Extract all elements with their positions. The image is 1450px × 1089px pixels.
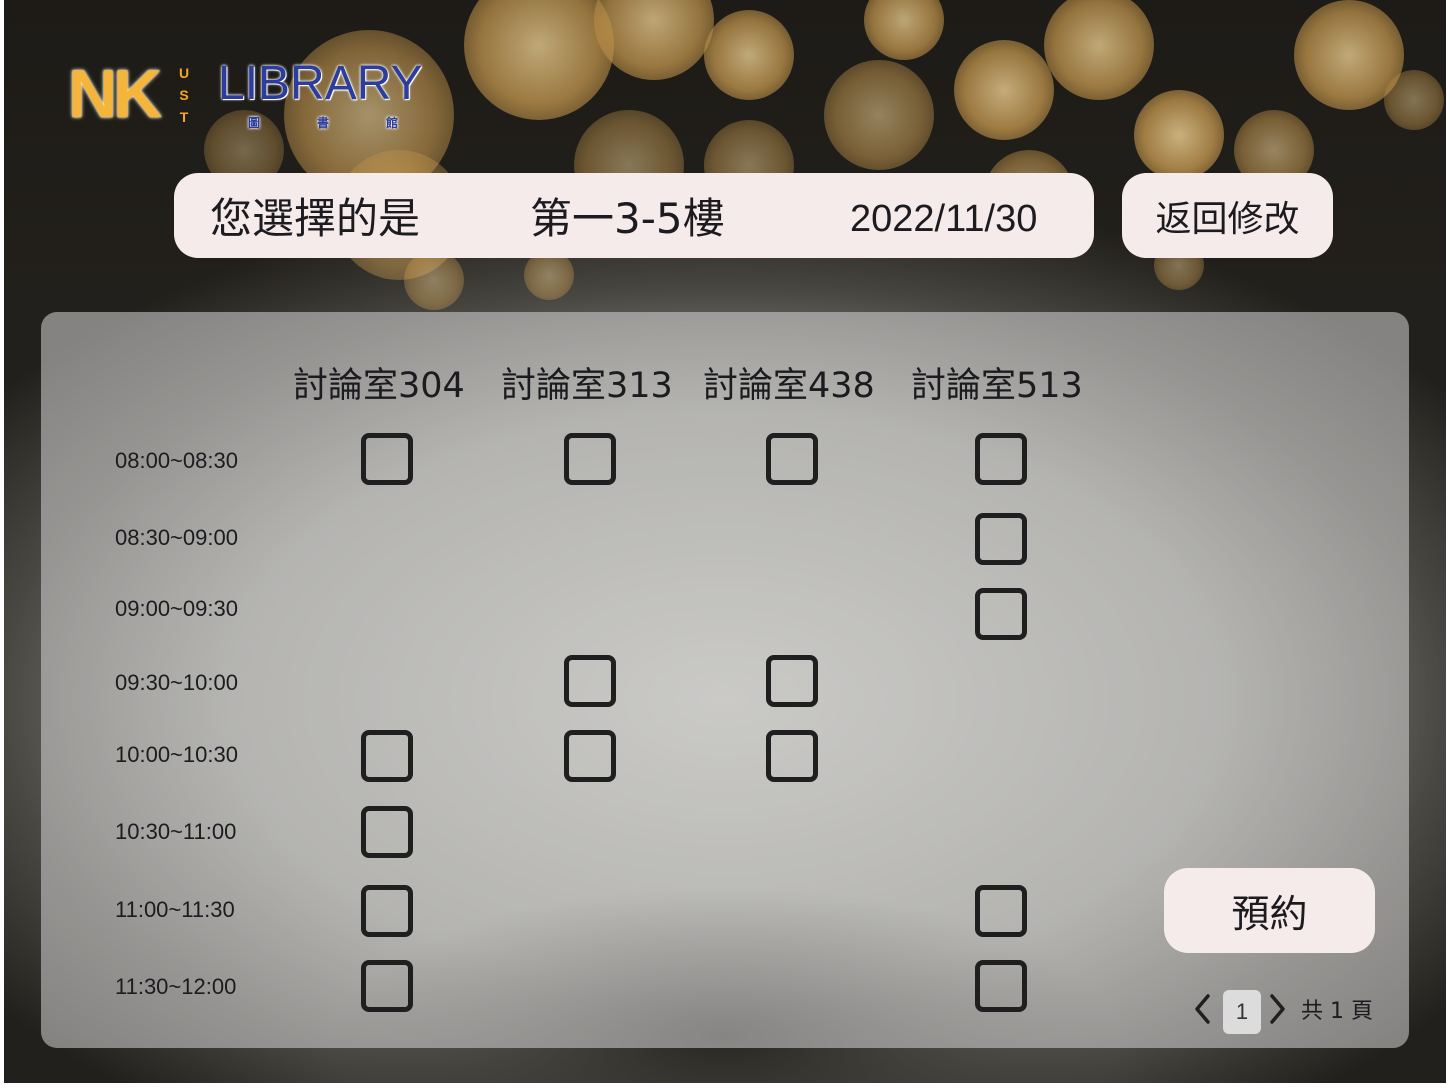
slot-checkbox-513-1[interactable] bbox=[975, 513, 1027, 565]
time-slot-label: 10:30~11:00 bbox=[115, 819, 237, 844]
pagination: 1 共 1 頁 bbox=[1191, 986, 1391, 1034]
slot-checkbox-438-4[interactable] bbox=[766, 730, 818, 782]
total-pages: 共 1 頁 bbox=[1301, 999, 1373, 1024]
library-logo: NK U S T LIBRARY 圖 書 館 bbox=[68, 56, 428, 136]
room-header-313: 討論室313 bbox=[501, 366, 673, 406]
logo-library: LIBRARY bbox=[218, 57, 423, 110]
selected-floor: 第一3-5樓 bbox=[530, 194, 725, 243]
slot-checkbox-438-3[interactable] bbox=[766, 655, 818, 707]
slot-checkbox-304-7[interactable] bbox=[361, 960, 413, 1012]
back-modify-button[interactable]: 返回修改 bbox=[1122, 173, 1333, 258]
slot-checkbox-513-0[interactable] bbox=[975, 433, 1027, 485]
time-slot-label: 09:00~09:30 bbox=[115, 596, 238, 621]
room-header-304: 討論室304 bbox=[293, 366, 465, 406]
slot-checkbox-313-3[interactable] bbox=[564, 655, 616, 707]
logo-ust: U S T bbox=[178, 65, 190, 125]
selection-label: 您選擇的是 bbox=[210, 194, 421, 243]
timeslot-grid-panel: 討論室304 討論室313 討論室438 討論室513 08:00~08:30 … bbox=[41, 312, 1409, 1048]
time-slot-label: 09:30~10:00 bbox=[115, 670, 238, 695]
slot-checkbox-513-2[interactable] bbox=[975, 588, 1027, 640]
logo-nk: NK bbox=[68, 56, 162, 132]
chevron-left-icon[interactable] bbox=[1191, 992, 1215, 1026]
slot-checkbox-304-5[interactable] bbox=[361, 806, 413, 858]
slot-checkbox-313-0[interactable] bbox=[564, 433, 616, 485]
current-page[interactable]: 1 bbox=[1223, 990, 1261, 1034]
slot-checkbox-313-4[interactable] bbox=[564, 730, 616, 782]
app-screen: NK U S T LIBRARY 圖 書 館 您選擇的是 第一3-5樓 2022… bbox=[4, 0, 1446, 1083]
slot-checkbox-513-7[interactable] bbox=[975, 960, 1027, 1012]
time-slot-label: 11:30~12:00 bbox=[115, 974, 237, 999]
slot-checkbox-304-0[interactable] bbox=[361, 433, 413, 485]
selection-summary: 您選擇的是 第一3-5樓 2022/11/30 bbox=[174, 173, 1094, 258]
time-slot-label: 10:00~10:30 bbox=[115, 742, 238, 767]
chevron-right-icon[interactable] bbox=[1265, 992, 1289, 1026]
room-header-513: 討論室513 bbox=[911, 366, 1083, 406]
selected-date: 2022/11/30 bbox=[850, 198, 1038, 240]
slot-checkbox-304-6[interactable] bbox=[361, 885, 413, 937]
slot-checkbox-304-4[interactable] bbox=[361, 730, 413, 782]
time-slot-label: 11:00~11:30 bbox=[115, 897, 235, 922]
logo-subtitle: 圖 書 館 bbox=[248, 116, 398, 130]
time-slot-label: 08:00~08:30 bbox=[115, 448, 238, 473]
background-shade bbox=[4, 0, 1446, 330]
reserve-button[interactable]: 預約 bbox=[1164, 868, 1375, 953]
slot-checkbox-513-6[interactable] bbox=[975, 885, 1027, 937]
room-header-438: 討論室438 bbox=[703, 366, 875, 406]
time-slot-label: 08:30~09:00 bbox=[115, 525, 238, 550]
slot-checkbox-438-0[interactable] bbox=[766, 433, 818, 485]
